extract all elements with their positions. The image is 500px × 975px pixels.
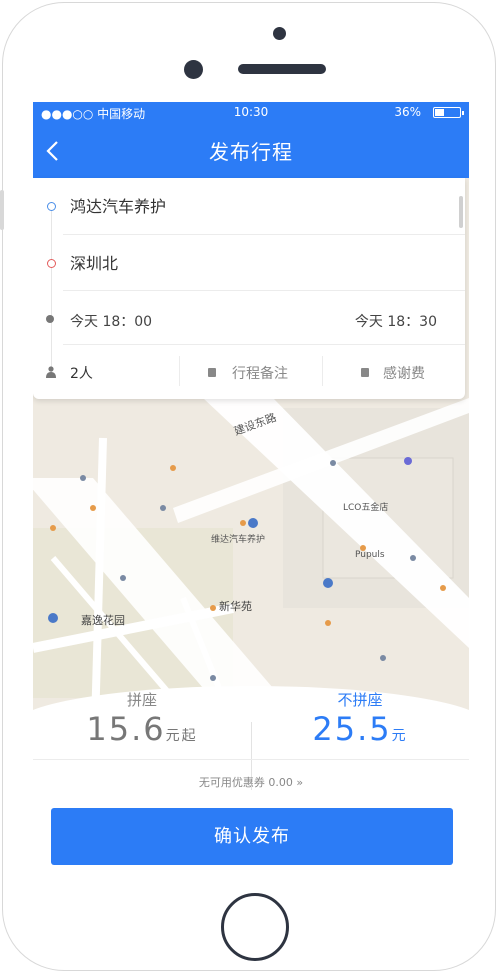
clock-icon	[46, 315, 54, 323]
trip-note-label: 行程备注	[232, 366, 288, 382]
trip-note-button[interactable]: 行程备注	[180, 344, 322, 399]
carpool-option[interactable]: 拼座 15.6元起	[33, 689, 251, 748]
person-icon	[46, 366, 56, 378]
home-button[interactable]	[221, 893, 289, 961]
time-row[interactable]: 今天 18：00 今天 18：30	[33, 291, 465, 346]
end-time: 今天 18：30	[354, 314, 437, 330]
map-label-community: 嘉逸花园	[81, 614, 125, 627]
front-sensor	[273, 27, 286, 40]
page-title: 发布行程	[209, 140, 293, 164]
battery-percent: 36%	[394, 105, 421, 119]
start-time: 今天 18：00	[70, 314, 153, 330]
tip-icon	[361, 368, 369, 377]
coupon-link[interactable]: 无可用优惠券 0.00 »	[33, 774, 469, 790]
map-label-poi: 维达汽车养护	[211, 535, 266, 545]
carpool-unit: 元起	[165, 728, 198, 744]
tip-button[interactable]: 感谢费	[323, 344, 465, 399]
destination-row[interactable]: 深圳北	[33, 235, 465, 290]
map-label-poi: LCO五金店	[343, 503, 389, 513]
solo-option[interactable]: 不拼座 25.5元	[251, 689, 469, 748]
route-card: 鸿达汽车养护 深圳北 今天 18：00 今天 18：30 2人 行程备注 感谢费	[33, 178, 465, 399]
carpool-price: 15.6	[86, 710, 166, 748]
map-label-poi: Pupuls	[355, 550, 385, 560]
destination-dot-icon	[47, 259, 56, 268]
carpool-price-line: 15.6元起	[33, 710, 251, 748]
app-header: ●●●○○ 中国移动 10:30 36% 发布行程	[33, 102, 469, 178]
divider	[33, 759, 469, 760]
confirm-publish-button[interactable]: 确认发布	[51, 808, 453, 865]
solo-title: 不拼座	[337, 691, 383, 709]
solo-price-line: 25.5元	[251, 710, 469, 748]
solo-unit: 元	[391, 728, 408, 744]
tip-label: 感谢费	[383, 366, 425, 382]
passenger-selector[interactable]: 2人	[33, 344, 179, 399]
battery-icon	[433, 107, 464, 118]
app-screen: 建设东路 嘉逸花园 新华苑 LCO五金店 Pupuls 维达汽车养护 ●●●○○…	[33, 102, 469, 874]
destination-text: 深圳北	[70, 254, 119, 273]
origin-text: 鸿达汽车养护	[70, 197, 167, 216]
origin-dot-icon	[47, 202, 56, 211]
passenger-count: 2人	[70, 366, 93, 382]
origin-row[interactable]: 鸿达汽车养护	[33, 178, 465, 233]
carpool-title: 拼座	[126, 691, 157, 709]
solo-price: 25.5	[312, 710, 392, 748]
front-camera	[184, 60, 203, 79]
earpiece-speaker	[238, 64, 326, 74]
note-icon	[208, 368, 216, 377]
map-label-district: 新华苑	[219, 600, 252, 613]
options-row: 2人 行程备注 感谢费	[33, 344, 465, 399]
side-button	[0, 190, 4, 230]
status-bar: ●●●○○ 中国移动 10:30 36%	[33, 102, 469, 124]
